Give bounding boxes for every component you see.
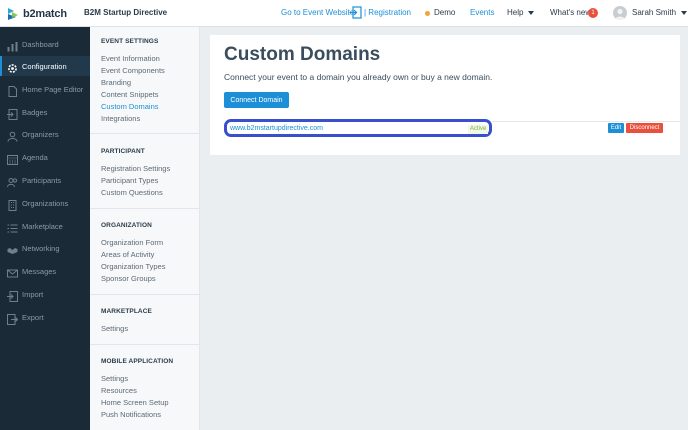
sidebar: Dashboard Configuration Home Page Editor… — [0, 27, 90, 430]
user-menu[interactable]: Sarah Smith — [632, 8, 688, 17]
row-divider — [492, 121, 680, 122]
sidebar-item-agenda[interactable]: Agenda — [0, 147, 90, 167]
list-icon — [7, 221, 18, 232]
subnav-divider — [90, 294, 200, 295]
sidebar-item-configuration[interactable]: Configuration — [0, 56, 90, 76]
subnav-divider — [90, 208, 200, 209]
sidebar-item-participants[interactable]: Participants — [0, 170, 90, 190]
subnav-divider — [90, 133, 200, 134]
subnav-link-organization-form[interactable]: Organization Form — [101, 238, 163, 247]
avatar[interactable] — [613, 6, 627, 20]
configuration-subnav: EVENT SETTINGS Event Information Event C… — [90, 27, 200, 430]
subnav-heading-marketplace: MARKETPLACE — [101, 308, 152, 315]
export-icon — [7, 312, 19, 325]
sidebar-item-label: Organizers — [22, 129, 59, 139]
sidebar-item-messages[interactable]: Messages — [0, 261, 90, 281]
subnav-heading-event-settings: EVENT SETTINGS — [101, 38, 159, 45]
subnav-link-registration-settings[interactable]: Registration Settings — [101, 164, 170, 173]
users-icon — [7, 175, 18, 187]
sidebar-item-label: Participants — [22, 175, 62, 185]
connect-domain-button[interactable]: Connect Domain — [224, 92, 289, 108]
subnav-divider — [90, 344, 200, 345]
page-subtitle: Connect your event to a domain you alrea… — [224, 72, 493, 82]
dashboard-icon — [7, 39, 18, 51]
go-to-event-website-link[interactable]: Go to Event Website — [281, 8, 354, 17]
sidebar-item-dashboard[interactable]: Dashboard — [0, 34, 90, 54]
subnav-link-event-components[interactable]: Event Components — [101, 66, 165, 75]
enter-icon[interactable] — [349, 6, 362, 19]
envelope-icon — [7, 266, 18, 277]
sidebar-item-marketplace[interactable]: Marketplace — [0, 216, 90, 236]
sidebar-item-label: Messages — [22, 266, 57, 276]
disconnect-domain-button[interactable]: Disconnect — [626, 123, 663, 133]
sidebar-item-organizers[interactable]: Organizers — [0, 124, 90, 144]
sidebar-item-import[interactable]: Import — [0, 284, 90, 304]
subnav-heading-mobile-application: MOBILE APPLICATION — [101, 358, 174, 365]
building-icon — [7, 198, 18, 211]
subnav-link-areas-of-activity[interactable]: Areas of Activity — [101, 250, 154, 259]
chevron-down-icon — [681, 10, 688, 15]
subnav-link-content-snippets[interactable]: Content Snippets — [101, 90, 159, 99]
logo[interactable]: b2match — [7, 6, 67, 21]
b2match-logo-icon — [7, 7, 19, 21]
subnav-link-mobile-settings[interactable]: Settings — [101, 374, 128, 383]
page-title: Custom Domains — [224, 44, 381, 65]
subnav-heading-participant: PARTICIPANT — [101, 148, 145, 155]
sidebar-item-label: Organizations — [22, 198, 69, 208]
sidebar-item-label: Dashboard — [22, 39, 59, 49]
subnav-link-marketplace-settings[interactable]: Settings — [101, 324, 128, 333]
page-icon — [7, 84, 18, 97]
user-icon — [7, 129, 18, 142]
subnav-link-sponsor-groups[interactable]: Sponsor Groups — [101, 274, 156, 283]
calendar-icon — [7, 152, 18, 165]
subnav-link-resources[interactable]: Resources — [101, 386, 137, 395]
sidebar-item-label: Import — [22, 289, 44, 299]
handshake-icon — [7, 243, 18, 254]
sidebar-item-label: Badges — [22, 107, 48, 117]
help-label: Help — [507, 8, 524, 17]
status-badge: Active — [468, 125, 489, 134]
subnav-link-custom-questions[interactable]: Custom Questions — [101, 188, 163, 197]
whats-new-link[interactable]: What's new — [550, 8, 591, 17]
domain-url-link[interactable]: www.b2mstartupdirective.com — [230, 125, 323, 132]
sidebar-item-organizations[interactable]: Organizations — [0, 193, 90, 213]
sidebar-item-label: Networking — [22, 243, 60, 253]
subnav-link-participant-types[interactable]: Participant Types — [101, 176, 158, 185]
subnav-link-branding[interactable]: Branding — [101, 78, 131, 87]
sidebar-item-label: Agenda — [22, 152, 48, 162]
subnav-link-organization-types[interactable]: Organization Types — [101, 262, 165, 271]
events-link[interactable]: Events — [470, 8, 494, 17]
import-icon — [7, 289, 18, 302]
demo-label: Demo — [434, 8, 456, 17]
help-menu[interactable]: Help — [507, 8, 535, 17]
subnav-link-home-screen-setup[interactable]: Home Screen Setup — [101, 398, 169, 407]
subnav-link-push-notifications[interactable]: Push Notifications — [101, 410, 161, 419]
user-name: Sarah Smith — [632, 8, 677, 17]
subnav-heading-organization: ORGANIZATION — [101, 222, 152, 229]
sidebar-item-export[interactable]: Export — [0, 307, 90, 327]
event-name: B2M Startup Directive — [84, 8, 168, 17]
sidebar-item-badges[interactable]: Badges — [0, 102, 90, 122]
registration-link[interactable]: | Registration — [364, 8, 411, 17]
gear-icon — [7, 61, 18, 73]
whats-new-badge: 1 — [588, 8, 598, 18]
logo-text: b2match — [23, 7, 67, 20]
demo-status-dot — [425, 11, 430, 16]
custom-domains-card: Custom Domains Connect your event to a d… — [210, 35, 680, 155]
subnav-link-custom-domains[interactable]: Custom Domains — [101, 102, 159, 111]
sidebar-item-networking[interactable]: Networking — [0, 238, 90, 258]
sidebar-item-label: Home Page Editor — [22, 84, 84, 94]
domain-row: www.b2mstartupdirective.com Active — [224, 119, 492, 137]
sidebar-item-label: Configuration — [22, 61, 67, 71]
subnav-link-integrations[interactable]: Integrations — [101, 114, 140, 123]
edit-domain-button[interactable]: Edit — [608, 123, 624, 133]
sidebar-item-label: Export — [22, 312, 44, 322]
subnav-link-event-information[interactable]: Event Information — [101, 54, 160, 63]
chevron-down-icon — [528, 10, 535, 15]
sidebar-item-label: Marketplace — [22, 221, 63, 231]
sidebar-item-home-page-editor[interactable]: Home Page Editor — [0, 79, 90, 99]
top-bar: b2match B2M Startup Directive Go to Even… — [0, 0, 688, 27]
badge-icon — [7, 107, 18, 120]
